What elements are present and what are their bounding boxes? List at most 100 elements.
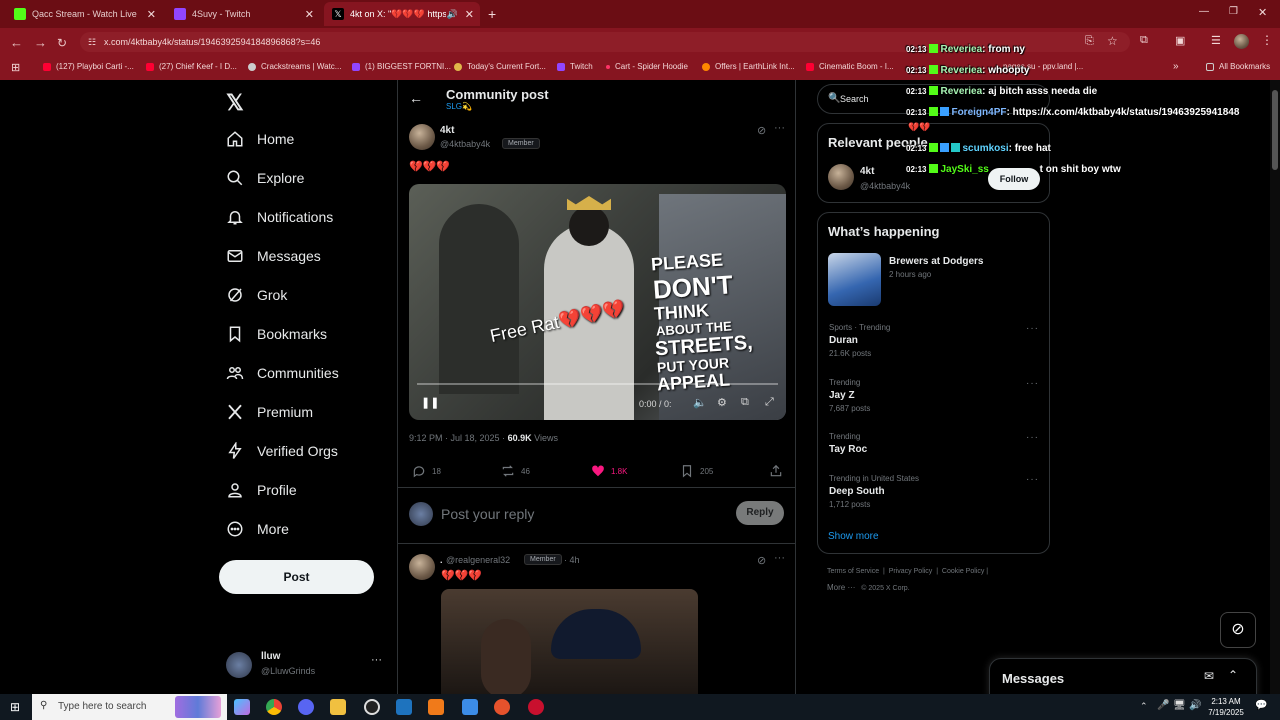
sidebar-item-grok[interactable]: Grok (226, 286, 287, 304)
chevron-up-icon[interactable]: ⌃ (1140, 701, 1148, 712)
bookmark-star-icon[interactable]: ☆ (1107, 34, 1118, 48)
grok-icon[interactable]: ⊘ (757, 554, 766, 567)
chevron-up-icon[interactable]: ⌃ (1228, 668, 1238, 682)
media-controls-icon[interactable]: ☰ (1211, 34, 1221, 47)
settings-gear-icon[interactable]: ⚙ (717, 396, 727, 409)
post-button[interactable]: Post (219, 560, 374, 594)
compose-message-icon[interactable]: ✉ (1204, 669, 1214, 683)
bookmark-item[interactable]: (127) Playboi Carti -... (43, 62, 134, 71)
tab-twitch[interactable]: 4Suvy - Twitch ✕ (166, 2, 320, 26)
trend-item[interactable]: Trending Jay Z 7,687 posts (829, 378, 870, 413)
speaker-icon[interactable]: 🔊 (447, 9, 458, 20)
extensions-icon[interactable]: ⧉ (1140, 34, 1148, 47)
grok-floating-button[interactable]: ⊘ (1220, 612, 1256, 648)
bookmark-item[interactable]: (1) BIGGEST FORTNI... (352, 62, 451, 71)
sidebar-item-bookmarks[interactable]: Bookmarks (226, 325, 327, 343)
bookmark-item[interactable]: (27) Chief Keef - I D... (146, 62, 237, 71)
sidebar-item-profile[interactable]: Profile (226, 481, 297, 499)
volume-icon[interactable]: 🔈 (693, 396, 707, 409)
copilot-icon[interactable] (234, 699, 250, 715)
reload-icon[interactable]: ↻ (57, 36, 67, 50)
scrollbar-thumb[interactable] (1272, 90, 1278, 170)
share-action[interactable] (769, 464, 789, 478)
community-name[interactable]: SLG💫 (446, 102, 472, 111)
reply-author-name[interactable]: . (440, 555, 443, 565)
reply-input[interactable]: Post your reply (441, 506, 534, 522)
show-more-link[interactable]: Show more (828, 531, 879, 542)
all-bookmarks[interactable]: All Bookmarks (1206, 62, 1270, 71)
video-progress-bar[interactable] (417, 383, 778, 385)
more-dots-icon[interactable]: ··· (371, 654, 382, 666)
fullscreen-icon[interactable]: ⤢ (765, 396, 774, 409)
new-tab-icon[interactable]: + (488, 6, 496, 22)
post-author-avatar[interactable] (409, 124, 435, 150)
bookmark-item[interactable]: Twitch (557, 62, 593, 71)
bookmark-item[interactable]: Today's Current Fort... (454, 62, 546, 71)
app-f-icon[interactable] (462, 699, 478, 715)
window-close-icon[interactable]: ✕ (1258, 6, 1267, 19)
more-link[interactable]: More ··· (827, 583, 855, 592)
reply-action[interactable]: 18 (412, 464, 441, 478)
tab-x-post[interactable]: 𝕏 4kt on X: "💔💔💔 https:// 🔊 ✕ (324, 2, 480, 26)
chevron-right-icon[interactable]: » (1173, 61, 1179, 72)
avatar[interactable] (828, 164, 854, 190)
sidebar-item-premium[interactable]: Premium (226, 403, 313, 421)
minimize-icon[interactable]: — (1199, 6, 1209, 17)
like-action[interactable]: 1.8K (591, 464, 627, 478)
reply-author-handle[interactable]: @realgeneral32 (446, 555, 510, 565)
terms-link[interactable]: Terms of Service (827, 568, 879, 575)
sidepanel-icon[interactable]: ▣ (1175, 34, 1185, 47)
microphone-icon[interactable]: 🎤 (1157, 700, 1169, 711)
pip-icon[interactable]: ⧉ (741, 396, 749, 409)
obs-icon[interactable] (364, 699, 380, 715)
network-icon[interactable]: 🖥 (1173, 700, 1186, 711)
vlc-icon[interactable] (428, 699, 444, 715)
file-explorer-icon[interactable] (330, 699, 346, 715)
discord-icon[interactable] (298, 699, 314, 715)
sidebar-item-more[interactable]: More (226, 520, 289, 538)
sidebar-item-communities[interactable]: Communities (226, 364, 339, 382)
search-highlight-image[interactable] (175, 696, 221, 718)
reply-author-avatar[interactable] (409, 554, 435, 580)
kebab-menu-icon[interactable]: ⋮ (1261, 33, 1273, 47)
sidebar-item-explore[interactable]: Explore (226, 169, 304, 187)
sidebar-item-verified-orgs[interactable]: Verified Orgs (226, 442, 338, 460)
account-switcher[interactable]: lluw @LluwGrinds ··· (226, 650, 386, 682)
cookie-link[interactable]: Cookie Policy (942, 568, 984, 575)
more-dots-icon[interactable]: ··· (774, 552, 785, 564)
restore-icon[interactable]: ❐ (1229, 6, 1238, 17)
x-logo-icon[interactable]: 𝕏 (226, 90, 244, 116)
more-dots-icon[interactable]: ··· (774, 122, 785, 134)
sidebar-item-notifications[interactable]: Notifications (226, 208, 333, 226)
post-author-name[interactable]: 4kt (440, 125, 454, 136)
more-dots-icon[interactable]: ··· (1026, 323, 1039, 334)
windows-start-icon[interactable]: ⊞ (10, 700, 20, 714)
close-icon[interactable]: ✕ (147, 8, 156, 21)
featured-trend-title[interactable]: Brewers at Dodgers (889, 256, 983, 267)
chrome-icon[interactable] (266, 699, 282, 715)
grok-icon[interactable]: ⊘ (757, 124, 766, 137)
apps-grid-icon[interactable]: ⊞ (11, 61, 20, 74)
trend-item[interactable]: Trending in United States Deep South 1,7… (829, 474, 919, 509)
store-icon[interactable] (396, 699, 412, 715)
bookmark-item[interactable]: Cart - Spider Hoodie (606, 62, 688, 71)
repost-action[interactable]: 46 (501, 464, 530, 478)
trend-item[interactable]: Trending Tay Roc (829, 432, 867, 455)
close-icon[interactable]: ✕ (465, 8, 474, 21)
pause-icon[interactable]: ❚❚ (421, 396, 439, 409)
reply-button[interactable]: Reply (736, 501, 784, 525)
video-player[interactable]: Free Rat💔💔💔 PLEASE DON'T THINK ABOUT THE… (409, 184, 786, 420)
more-dots-icon[interactable]: ··· (1026, 432, 1039, 443)
app-c-icon[interactable] (494, 699, 510, 715)
post-author-handle[interactable]: @4ktbaby4k (440, 139, 490, 149)
recording-app-icon[interactable] (528, 699, 544, 715)
profile-avatar[interactable] (1234, 34, 1249, 49)
trend-thumbnail[interactable] (828, 253, 881, 306)
forward-icon[interactable]: → (34, 35, 47, 50)
bookmark-item[interactable]: Cinematic Boom - I... (806, 62, 894, 71)
bookmark-item[interactable]: Offers | EarthLink Int... (702, 62, 795, 71)
sidebar-item-home[interactable]: Home (226, 130, 294, 148)
sidebar-item-messages[interactable]: Messages (226, 247, 321, 265)
notification-icon[interactable]: 💬 (1255, 700, 1267, 711)
install-app-icon[interactable]: ⎘ (1085, 35, 1094, 48)
